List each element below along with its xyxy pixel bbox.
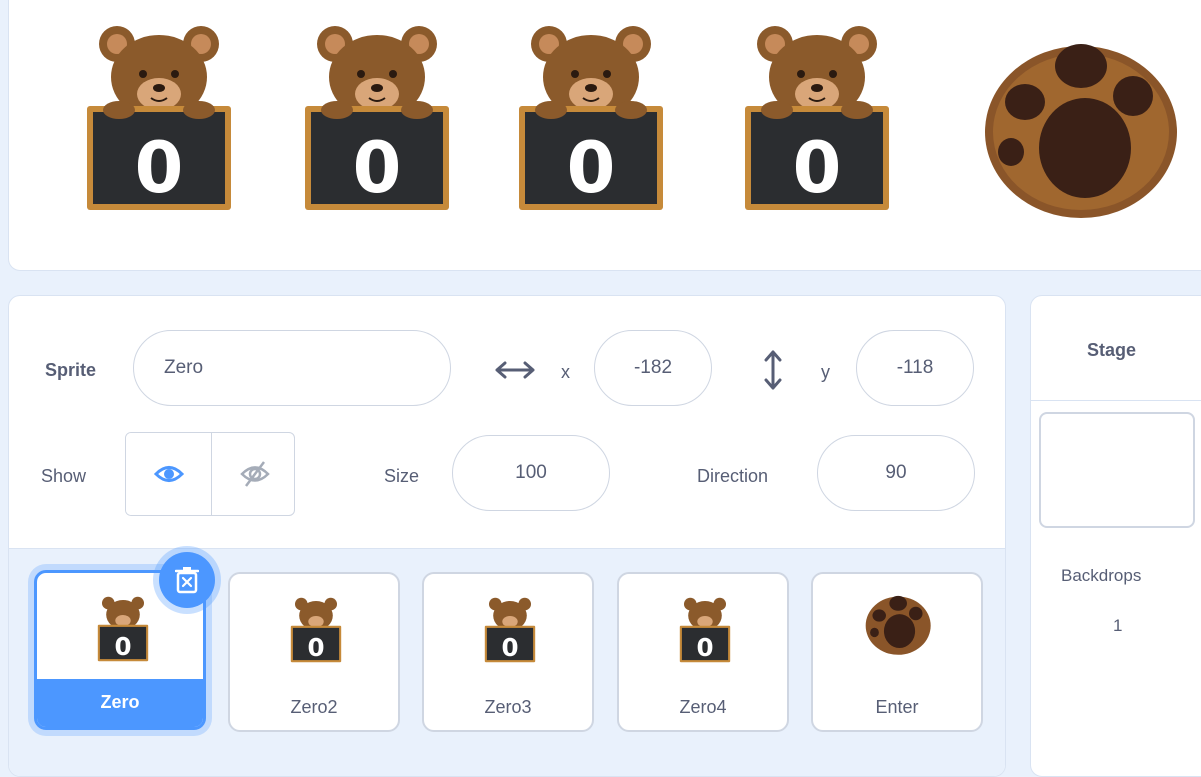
bear-sprite-icon: 0 (679, 597, 731, 663)
show-toggle (125, 432, 295, 516)
bear-sprite-icon: 0 (97, 596, 149, 662)
show-visible-button[interactable] (126, 433, 211, 515)
bear-sprite-icon: 0 (484, 597, 536, 663)
stage-header: Stage (1031, 296, 1201, 401)
stage-bear-sprite-3[interactable]: 0 (511, 22, 671, 214)
delete-sprite-button[interactable] (159, 552, 215, 608)
sprite-tile-digit: 0 (307, 633, 324, 662)
direction-label: Direction (697, 466, 769, 486)
stage-bear-digit: 0 (135, 127, 184, 209)
x-arrows-icon (495, 360, 535, 385)
size-label: Size (384, 466, 420, 486)
bear-sprite-icon: 0 (745, 26, 889, 210)
backdrops-count: 1 (1113, 616, 1123, 635)
stage-bear-sprite-1[interactable]: 0 (79, 22, 239, 214)
stage-paw-sprite[interactable] (983, 40, 1178, 220)
sprite-tile-digit: 0 (696, 633, 713, 662)
stage-title: Stage (1087, 340, 1137, 360)
sprite-tile-name: Enter (875, 697, 919, 717)
show-hidden-button[interactable] (211, 433, 294, 515)
sprite-tile-digit: 0 (501, 633, 518, 662)
trash-icon (175, 567, 199, 594)
sprite-tile-name: Zero (37, 679, 203, 727)
sprite-tile-name: Zero4 (679, 697, 727, 717)
eye-icon (153, 466, 184, 482)
bear-sprite-icon: 0 (290, 597, 342, 663)
stage-bear-digit: 0 (793, 127, 842, 209)
x-position-input[interactable]: -182 (594, 330, 712, 406)
size-input[interactable]: 100 (452, 435, 610, 511)
stage-bear-sprite-4[interactable]: 0 (737, 22, 897, 214)
y-position-input[interactable]: -118 (856, 330, 974, 406)
stage-bear-sprite-2[interactable]: 0 (297, 22, 457, 214)
stage-selector-panel[interactable]: Stage Backdrops 1 (1030, 295, 1201, 777)
paw-sprite-icon (865, 595, 931, 655)
eye-slash-icon (239, 461, 270, 487)
stage-bear-digit: 0 (567, 127, 616, 209)
sprite-tile[interactable]: 0 Zero4 (617, 572, 789, 732)
sprite-name-input[interactable]: Zero (133, 330, 451, 406)
paw-sprite-icon (985, 44, 1177, 218)
direction-input[interactable]: 90 (817, 435, 975, 511)
sprite-tile[interactable]: Enter (811, 572, 983, 732)
sprite-tile-name: Zero2 (290, 697, 338, 717)
backdrops-label: Backdrops (1061, 566, 1142, 585)
bear-sprite-icon: 0 (87, 26, 231, 210)
x-label: x (561, 362, 570, 382)
sprite-label: Sprite (45, 360, 97, 380)
sprite-properties: Sprite Zero x -182 y -118 Show Size 100 … (9, 296, 1005, 548)
show-label: Show (41, 466, 87, 486)
stage-bear-digit: 0 (353, 127, 402, 209)
sprite-tile[interactable]: 0 Zero2 (228, 572, 400, 732)
stage-canvas[interactable]: 0 0 0 0 (8, 0, 1201, 271)
y-arrows-icon (763, 350, 783, 395)
sprite-tile-name: Zero3 (484, 697, 532, 717)
bear-sprite-icon: 0 (305, 26, 449, 210)
stage-thumbnail[interactable] (1039, 412, 1195, 528)
sprite-tile-digit: 0 (114, 632, 131, 661)
y-label: y (821, 362, 830, 382)
sprite-tile[interactable]: 0 Zero3 (422, 572, 594, 732)
bear-sprite-icon: 0 (519, 26, 663, 210)
